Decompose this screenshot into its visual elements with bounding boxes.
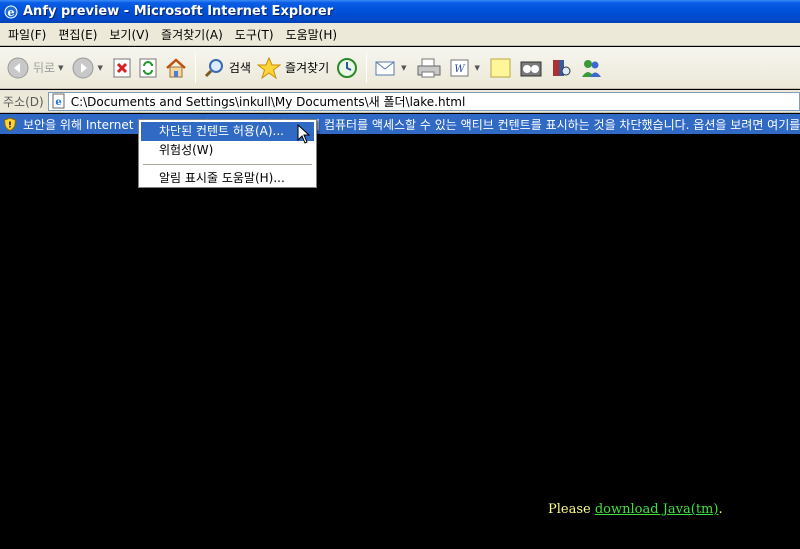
address-input[interactable]: e C:\Documents and Settings\inkull\My Do… (47, 91, 800, 111)
menu-bar: 파일(F) 편집(E) 보기(V) 즐겨찾기(A) 도구(T) 도움말(H) (0, 23, 800, 46)
refresh-button[interactable] (135, 50, 161, 86)
messenger-icon (581, 59, 601, 77)
risk-item[interactable]: 위험성(W) (141, 141, 314, 160)
security-info-bar[interactable]: ! 보안을 위해 Internet Explorer에서 이 파일에서 사용자의… (0, 114, 800, 134)
menu-separator (143, 164, 312, 165)
mouse-cursor-icon (297, 124, 311, 144)
print-button[interactable] (413, 50, 445, 86)
toolbar-divider (194, 52, 196, 83)
forward-button[interactable]: ▼ (69, 50, 108, 86)
back-icon (7, 57, 29, 78)
stop-button[interactable] (109, 50, 135, 86)
svg-text:!: ! (8, 121, 12, 130)
mail-icon (375, 61, 395, 75)
svg-text:e: e (8, 6, 15, 19)
info-bar-context-menu: 차단된 컨텐트 허용(A)... 위험성(W) 알림 표시줄 도움말(H)... (138, 119, 317, 188)
media-icon (520, 61, 542, 76)
favorites-icon (256, 56, 281, 79)
search-button[interactable]: 검색 (200, 50, 254, 86)
toolbar-divider (366, 52, 368, 83)
address-bar: 주소(D) e C:\Documents and Settings\inkull… (0, 90, 800, 113)
discuss-icon (490, 58, 511, 77)
toolbar: 뒤로 ▼ ▼ 검색 즐겨찾기 ▼ W ▼ (0, 47, 800, 89)
menu-tools[interactable]: 도구(T) (229, 26, 280, 43)
menu-favorites[interactable]: 즐겨찾기(A) (155, 26, 229, 43)
mail-dropdown-icon[interactable]: ▼ (401, 64, 406, 72)
title-bar: e Anfy preview - Microsoft Internet Expl… (0, 0, 800, 23)
shield-icon: ! (3, 117, 17, 131)
svg-text:e: e (55, 97, 61, 108)
mail-button[interactable]: ▼ (371, 50, 412, 86)
forward-icon (72, 57, 94, 78)
media-button[interactable] (516, 50, 546, 86)
ie-logo-icon: e (4, 5, 18, 19)
forward-dropdown-icon[interactable]: ▼ (97, 64, 102, 72)
java-message-prefix: Please (548, 502, 595, 517)
window-title: Anfy preview - Microsoft Internet Explor… (23, 4, 334, 19)
research-icon (552, 59, 571, 76)
home-button[interactable] (161, 50, 191, 86)
menu-view[interactable]: 보기(V) (103, 26, 155, 43)
page-icon: e (52, 93, 65, 109)
edit-button[interactable]: W ▼ (445, 50, 486, 86)
search-label: 검색 (228, 61, 251, 75)
messenger-button[interactable] (576, 50, 606, 86)
page-content: Please download Java(tm). (0, 134, 800, 549)
svg-text:W: W (454, 64, 465, 75)
favorites-label: 즐겨찾기 (284, 61, 330, 75)
edit-icon: W (450, 59, 469, 76)
history-icon (337, 57, 358, 78)
address-label: 주소(D) (3, 94, 44, 109)
stop-icon (113, 58, 131, 77)
favorites-button[interactable]: 즐겨찾기 (254, 50, 332, 86)
info-bar-help-item[interactable]: 알림 표시줄 도움말(H)... (141, 169, 314, 188)
refresh-icon (139, 58, 157, 77)
home-icon (166, 57, 186, 77)
history-button[interactable] (332, 50, 362, 86)
allow-blocked-content-item[interactable]: 차단된 컨텐트 허용(A)... (141, 122, 314, 141)
edit-dropdown-icon[interactable]: ▼ (475, 64, 480, 72)
discuss-button[interactable] (486, 50, 516, 86)
java-message-suffix: . (718, 502, 723, 517)
back-label: 뒤로 (33, 61, 56, 75)
back-button[interactable]: 뒤로 ▼ (4, 50, 69, 86)
java-message: Please download Java(tm). (548, 502, 723, 517)
menu-file[interactable]: 파일(F) (2, 26, 52, 43)
menu-edit[interactable]: 편집(E) (52, 26, 103, 43)
print-icon (417, 58, 441, 77)
address-url: C:\Documents and Settings\inkull\My Docu… (70, 94, 466, 109)
research-button[interactable] (546, 50, 576, 86)
menu-help[interactable]: 도움말(H) (280, 26, 344, 43)
back-dropdown-icon[interactable]: ▼ (58, 64, 63, 72)
search-icon (204, 58, 223, 77)
download-java-link[interactable]: download Java(tm) (595, 502, 719, 517)
